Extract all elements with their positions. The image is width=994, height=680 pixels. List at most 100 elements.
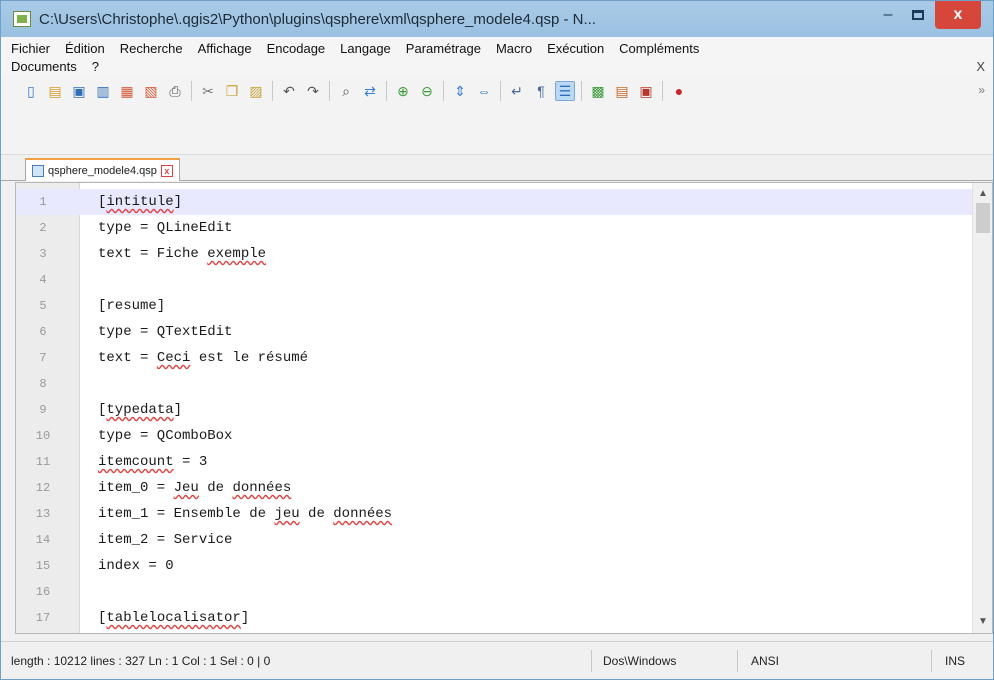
line-text: [typedata] (98, 402, 183, 418)
code-editor[interactable]: 1 [intitule] 2 type = QLineEdit 3 text = Fich… (15, 182, 993, 634)
save-all-icon[interactable]: ▥ (93, 81, 113, 101)
toolbar-separator (329, 81, 330, 101)
tab-close-icon[interactable]: x (160, 164, 173, 177)
line-number: 15 (35, 559, 51, 573)
toolbar-separator (662, 81, 663, 101)
menu-row-1: Fichier Édition Recherche Affichage Enco… (11, 41, 714, 56)
scrollbar-thumb[interactable] (976, 203, 990, 233)
menu-row-2: Documents ? (11, 59, 114, 74)
menu-documents[interactable]: Documents (11, 59, 77, 74)
undo-icon[interactable]: ↶ (279, 81, 299, 101)
show-all-chars-icon[interactable]: ¶ (531, 81, 551, 101)
menu-encodage[interactable]: Encodage (267, 41, 326, 56)
toolbar-overflow-button[interactable]: » (978, 83, 985, 97)
status-document-info: length : 10212 lines : 327 Ln : 1 Col : … (11, 654, 271, 668)
status-divider (591, 650, 592, 672)
maximize-icon (912, 10, 924, 20)
menu-help[interactable]: ? (92, 59, 99, 74)
redo-icon[interactable]: ↷ (303, 81, 323, 101)
print-icon[interactable]: ⎙ (165, 81, 185, 101)
menu-affichage[interactable]: Affichage (198, 41, 252, 56)
line-text: [intitule] (98, 194, 183, 210)
close-window-button[interactable]: x (935, 1, 981, 29)
tab-qsphere-modele4[interactable]: qsphere_modele4.qsp x (25, 158, 180, 181)
status-divider (737, 650, 738, 672)
new-file-icon[interactable]: ▯ (21, 81, 41, 101)
paste-icon[interactable]: ▨ (246, 81, 266, 101)
menu-parametrage[interactable]: Paramétrage (406, 41, 481, 56)
scroll-down-button[interactable]: ▼ (973, 613, 992, 631)
zoom-in-icon[interactable]: ⊕ (393, 81, 413, 101)
line-text: item_1 = Ensemble de jeu de données (98, 506, 393, 522)
vertical-scrollbar[interactable]: ▲ ▼ (972, 183, 992, 633)
line-number: 16 (35, 585, 51, 599)
function-list-icon[interactable]: ▤ (612, 81, 632, 101)
editor-line[interactable]: 5 [resume] (16, 293, 974, 319)
editor-line[interactable]: 3 text = Fiche exemple (16, 241, 974, 267)
editor-line[interactable]: 9 [typedata] (16, 397, 974, 423)
menu-edition[interactable]: Édition (65, 41, 105, 56)
editor-line[interactable]: 1 [intitule] (16, 189, 974, 215)
line-number: 12 (35, 481, 51, 495)
editor-line[interactable]: 11 itemcount = 3 (16, 449, 974, 475)
editor-line[interactable]: 6 type = QTextEdit (16, 319, 974, 345)
scroll-up-button[interactable]: ▲ (973, 185, 992, 203)
editor-line[interactable]: 10 type = QComboBox (16, 423, 974, 449)
editor-line[interactable]: 7 text = Ceci est le résumé (16, 345, 974, 371)
editor-line[interactable]: 8 (16, 371, 974, 397)
editor-line[interactable]: 16 (16, 579, 974, 605)
editor-lines: 1 [intitule] 2 type = QLineEdit 3 text = Fich… (16, 189, 974, 631)
open-file-icon[interactable]: ▤ (45, 81, 65, 101)
menu-recherche[interactable]: Recherche (120, 41, 183, 56)
word-wrap-icon[interactable]: ↵ (507, 81, 527, 101)
line-text: item_2 = Service (98, 532, 233, 548)
save-icon[interactable]: ▣ (69, 81, 89, 101)
editor-line[interactable]: 4 (16, 267, 974, 293)
line-text: text = Fiche exemple (98, 246, 267, 262)
indent-guide-icon[interactable]: ☰ (555, 81, 575, 101)
close-file-icon[interactable]: ▦ (117, 81, 137, 101)
editor-line[interactable]: 14 item_2 = Service (16, 527, 974, 553)
line-text: index = 0 (98, 558, 174, 574)
doc-map-icon[interactable]: ▩ (588, 81, 608, 101)
status-encoding: ANSI (751, 654, 780, 668)
notepad-window: C:\Users\Christophe\.qgis2\Python\plugin… (0, 0, 994, 680)
tab-label: qsphere_modele4.qsp (48, 164, 157, 177)
editor-line[interactable]: 2 type = QLineEdit (16, 215, 974, 241)
line-text: type = QLineEdit (98, 220, 233, 236)
line-number: 17 (35, 611, 51, 625)
record-macro-icon[interactable]: ● (669, 81, 689, 101)
replace-icon[interactable]: ⇄ (360, 81, 380, 101)
close-document-button[interactable]: X (976, 59, 985, 74)
folder-workspace-icon[interactable]: ▣ (636, 81, 656, 101)
app-icon[interactable] (13, 11, 31, 27)
line-text: type = QTextEdit (98, 324, 233, 340)
maximize-button[interactable] (905, 1, 931, 29)
toolbar-separator (443, 81, 444, 101)
close-all-icon[interactable]: ▧ (141, 81, 161, 101)
menu-execution[interactable]: Exécution (547, 41, 604, 56)
editor-line[interactable]: 13 item_1 = Ensemble de jeu de données (16, 501, 974, 527)
menu-complements[interactable]: Compléments (619, 41, 699, 56)
menu-fichier[interactable]: Fichier (11, 41, 50, 56)
line-number: 7 (39, 351, 47, 365)
editor-line[interactable]: 12 item_0 = Jeu de données (16, 475, 974, 501)
find-icon[interactable]: ⌕ (336, 81, 356, 101)
editor-line[interactable]: 17 [tablelocalisator] (16, 605, 974, 631)
copy-icon[interactable]: ❐ (222, 81, 242, 101)
line-number: 8 (39, 377, 47, 391)
menu-macro[interactable]: Macro (496, 41, 532, 56)
line-text: type = QComboBox (98, 428, 233, 444)
menu-langage[interactable]: Langage (340, 41, 391, 56)
zoom-out-icon[interactable]: ⊖ (417, 81, 437, 101)
toolbar-icons: ▯ ▤ ▣ ▥ ▦ ▧ ⎙ ✂ ❐ ▨ ↶ ↷ ⌕ ⇄ ⊕ ⊖ ⇕ ⇔ ↵ ¶ ☰ ▩ ▤ ▣ ● (21, 81, 693, 101)
line-number: 10 (35, 429, 51, 443)
line-text: item_0 = Jeu de données (98, 480, 292, 496)
sync-horizontal-icon[interactable]: ⇔ (474, 81, 494, 101)
cut-icon[interactable]: ✂ (198, 81, 218, 101)
sync-vertical-icon[interactable]: ⇕ (450, 81, 470, 101)
title-bar[interactable]: C:\Users\Christophe\.qgis2\Python\plugin… (1, 1, 993, 37)
editor-line[interactable]: 15 index = 0 (16, 553, 974, 579)
minimize-button[interactable]: – (875, 1, 901, 29)
menu-bar: Fichier Édition Recherche Affichage Enco… (1, 37, 993, 75)
